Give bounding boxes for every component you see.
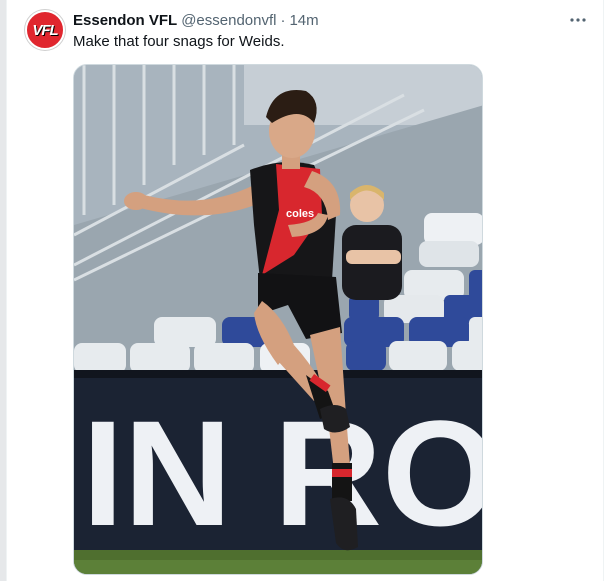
signage-text: IN ROUN [82, 389, 483, 557]
more-horizontal-icon [570, 18, 586, 22]
display-name[interactable]: Essendon VFL [73, 12, 177, 29]
avatar-logo: VFL [32, 21, 58, 39]
avatar[interactable]: VFL [25, 10, 65, 50]
tweet-card[interactable]: VFL Essendon VFL @essendonvfl · 14m Make… [6, 0, 604, 581]
tweet-header: Essendon VFL @essendonvfl · 14m [73, 11, 319, 29]
tweet-text: Make that four snags for Weids. [73, 33, 285, 50]
photo-scene: IN ROUN coles [74, 65, 483, 574]
separator-dot: · [280, 11, 286, 29]
jumper-sponsor: coles [286, 208, 314, 220]
timestamp[interactable]: 14m [289, 12, 318, 29]
user-handle[interactable]: @essendonvfl [181, 12, 276, 29]
more-options-button[interactable] [567, 11, 589, 29]
tweet-photo[interactable]: IN ROUN coles [73, 64, 483, 575]
